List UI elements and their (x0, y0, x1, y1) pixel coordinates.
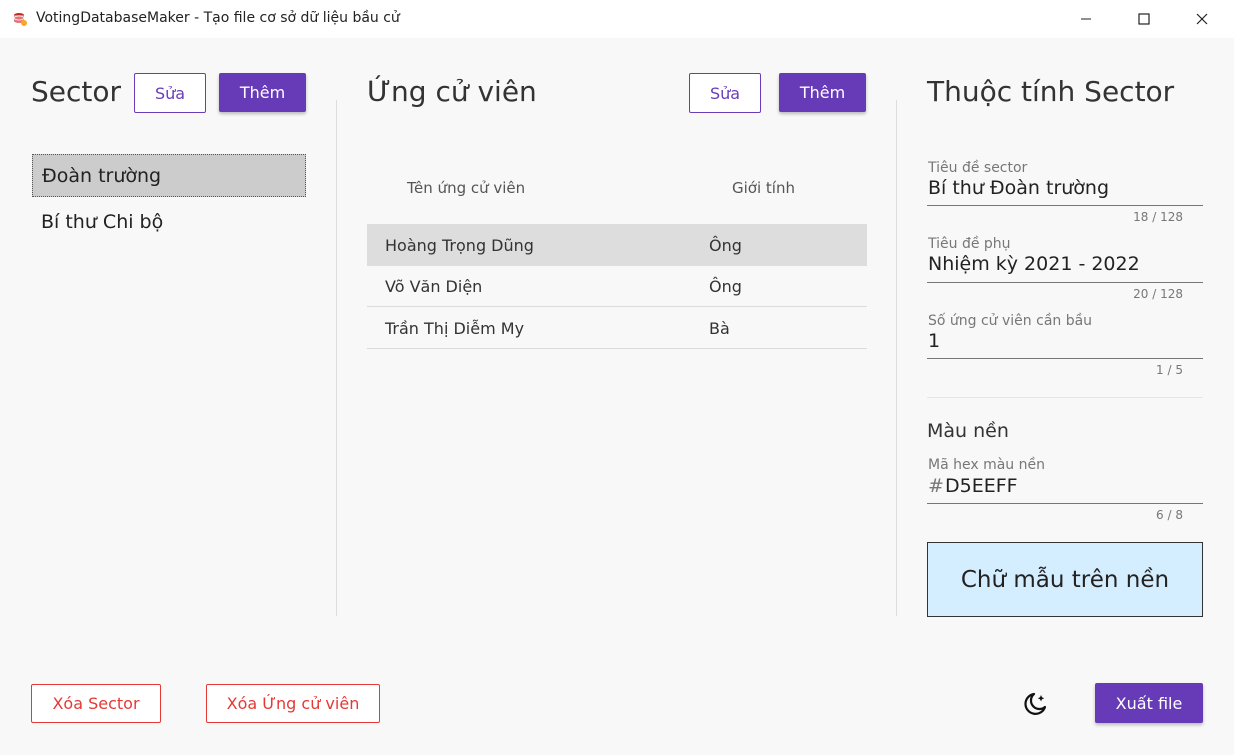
candidate-edit-button[interactable]: Sửa (689, 73, 761, 113)
sector-list-item[interactable]: Đoàn trường (32, 154, 306, 197)
candidate-gender: Bà (709, 319, 730, 338)
table-row[interactable]: Trần Thị Diễm My Bà (367, 308, 867, 349)
candidate-count-counter: 1 / 5 (1156, 363, 1183, 377)
export-file-button[interactable]: Xuất file (1095, 683, 1203, 723)
hex-color-counter: 6 / 8 (1156, 508, 1183, 522)
sector-title-input[interactable]: Bí thư Đoàn trường (928, 177, 1109, 199)
properties-heading: Thuộc tính Sector (927, 75, 1175, 108)
subtitle-label: Tiêu đề phụ (928, 236, 1011, 252)
sector-title-underline (927, 205, 1203, 206)
hex-color-label: Mã hex màu nền (928, 457, 1045, 473)
window-title: VotingDatabaseMaker - Tạo file cơ sở dữ … (36, 10, 400, 26)
candidate-count-input[interactable]: 1 (928, 330, 940, 352)
database-icon (12, 11, 28, 27)
delete-sector-button[interactable]: Xóa Sector (31, 684, 161, 723)
sector-title-label: Tiêu đề sector (928, 160, 1028, 176)
candidate-name: Trần Thị Diễm My (385, 319, 525, 338)
candidate-name: Võ Văn Diện (385, 277, 483, 296)
maximize-icon[interactable] (1115, 0, 1173, 38)
candidate-count-label: Số ứng cử viên cần bầu (928, 313, 1093, 329)
delete-candidate-button[interactable]: Xóa Ứng cử viên (206, 684, 380, 723)
subtitle-input[interactable]: Nhiệm kỳ 2021 - 2022 (928, 253, 1140, 275)
hex-prefix: # (928, 475, 944, 497)
sector-title-counter: 18 / 128 (1133, 210, 1183, 224)
candidate-add-button[interactable]: Thêm (779, 73, 866, 112)
candidate-gender: Ông (709, 277, 742, 296)
table-row[interactable]: Võ Văn Diện Ông (367, 266, 867, 307)
hex-color-input[interactable]: D5EEFF (945, 475, 1018, 497)
close-icon[interactable] (1173, 0, 1231, 38)
candidate-gender: Ông (709, 236, 742, 255)
table-row[interactable]: Hoàng Trọng Dũng Ông (367, 225, 867, 266)
dark-mode-icon[interactable] (1021, 690, 1049, 718)
sector-add-button[interactable]: Thêm (219, 73, 306, 112)
candidate-name: Hoàng Trọng Dũng (385, 236, 534, 255)
sector-list-item[interactable]: Bí thư Chi bộ (32, 200, 306, 243)
color-preview-box: Chữ mẫu trên nền (927, 542, 1203, 617)
panel-divider (336, 100, 337, 616)
candidate-count-underline (927, 358, 1203, 359)
column-header-gender[interactable]: Giới tính (732, 179, 795, 197)
candidates-heading: Ứng cử viên (367, 75, 537, 108)
section-divider (927, 397, 1203, 398)
subtitle-underline (927, 282, 1203, 283)
subtitle-counter: 20 / 128 (1133, 287, 1183, 301)
sector-heading: Sector (31, 75, 122, 108)
minimize-icon[interactable] (1057, 0, 1115, 38)
sector-edit-button[interactable]: Sửa (134, 73, 206, 113)
background-color-heading: Màu nền (927, 420, 1009, 442)
panel-divider (896, 100, 897, 616)
hex-color-underline (927, 503, 1203, 504)
column-header-name[interactable]: Tên ứng cử viên (407, 179, 525, 197)
